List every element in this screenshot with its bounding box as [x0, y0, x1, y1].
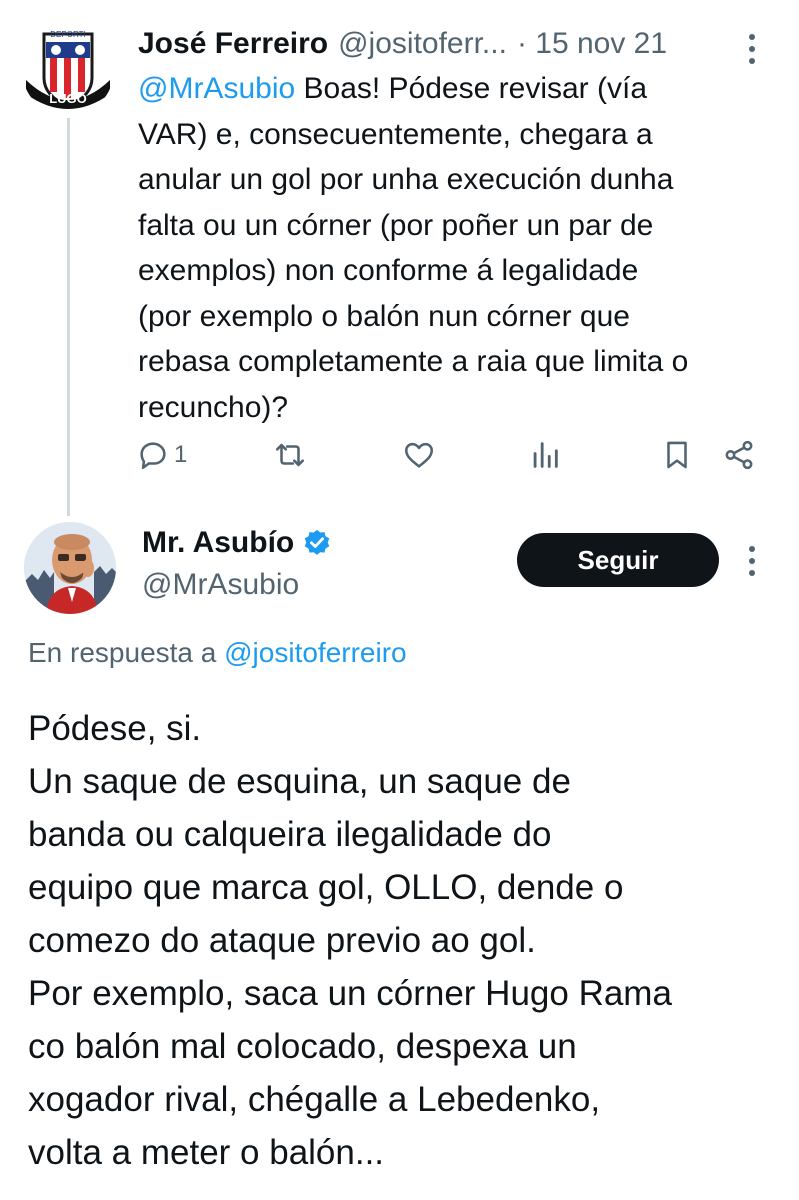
tweet1-text-line: exemplos) non conforme á legalidade — [138, 254, 639, 287]
thread-connector-line — [67, 118, 70, 516]
cartoon-portrait-image — [24, 522, 116, 614]
reply-mention-link[interactable]: @jositoferreiro — [224, 637, 406, 668]
tweet1-date[interactable]: · 15 nov 21 — [517, 27, 667, 61]
tweet2-text-line: Un saque de esquina, un saque de — [28, 762, 571, 801]
bookmark-button[interactable] — [660, 438, 694, 472]
tweet2-text-line: banda ou calqueira ilegalidade do — [28, 815, 552, 854]
tweet1-text-line: recuncho)? — [138, 390, 289, 424]
reply-icon — [140, 442, 166, 470]
tweet2-text-line: co balón mal colocado, despexa un — [28, 1027, 577, 1066]
bookmark-icon — [667, 441, 687, 469]
tweet2-text-line: comezo do ataque previo ao gol. — [28, 921, 536, 960]
tweet1-action-bar: 1 — [136, 438, 766, 482]
reply-context: En respuesta a @jositoferreiro — [28, 637, 407, 669]
tweet1-text-line: (por exemplo o balón nun córner que — [138, 299, 630, 333]
share-button[interactable] — [722, 438, 756, 472]
svg-text:DEPORTI: DEPORTI — [50, 30, 85, 39]
tweet1-header: José Ferreiro @jositoferr... · 15 nov 21 — [138, 22, 771, 66]
tweet2-text-line: equipo que marca gol, OLLO, dende o — [28, 868, 624, 907]
tweet2-text: Pódese, si. Un saque de esquina, un saqu… — [28, 702, 788, 1179]
club-crest-logo: LUGO DEPORTI — [22, 24, 114, 116]
svg-text:LUGO: LUGO — [49, 91, 87, 106]
views-icon — [533, 442, 558, 468]
tweet2-text-line: volta a meter o balón... — [28, 1133, 385, 1172]
views-button[interactable] — [528, 438, 562, 472]
tweet1-mention[interactable]: @MrAsubio — [138, 72, 295, 105]
jose-ferreiro-avatar[interactable]: LUGO DEPORTI — [22, 24, 114, 116]
tweet1-text-line: Boas! Pódese revisar (vía — [295, 72, 648, 105]
retweet-icon — [275, 443, 305, 467]
reply-prefix: En respuesta a — [28, 637, 225, 668]
tweet2-text-line: Por exemplo, saca un córner Hugo Rama — [28, 974, 672, 1013]
tweet2-author-name-row: Mr. Asubío — [142, 526, 332, 560]
share-icon — [725, 440, 753, 470]
tweet1-author-handle[interactable]: @jositoferr... — [338, 27, 507, 61]
like-button[interactable] — [402, 438, 436, 472]
tweet2-text-line: Pódese, si. — [28, 709, 202, 748]
reply-button[interactable]: 1 — [136, 438, 187, 472]
tweet1-text-line: anular un gol por unha execución dunha — [138, 163, 674, 196]
tweet1-text-line: VAR) e, consecuentemente, chegara a — [138, 117, 653, 151]
tweet2-author-handle[interactable]: @MrAsubio — [142, 568, 299, 602]
tweet2-text-line: xogador rival, chégalle a Lebedenko, — [28, 1080, 601, 1119]
tweet1-text-line: falta ou un córner (por poñer un par de — [138, 208, 654, 242]
like-icon — [404, 442, 434, 468]
retweet-button[interactable] — [273, 438, 307, 472]
verified-badge-icon — [304, 529, 330, 555]
tweet1-text-line: rebasa completamente a raia que limita o — [138, 345, 689, 378]
tweet1-more-icon[interactable] — [742, 32, 762, 66]
tweet1-author-name[interactable]: José Ferreiro — [138, 27, 328, 61]
reply-count: 1 — [174, 441, 188, 468]
tweet2-author-name[interactable]: Mr. Asubío — [142, 526, 294, 560]
mr-asubio-avatar[interactable] — [24, 522, 116, 614]
tweet2-more-icon[interactable] — [742, 544, 762, 578]
follow-button[interactable]: Seguir — [517, 533, 719, 587]
tweet1-text: @MrAsubio Boas! Pódese revisar (vía VAR)… — [138, 66, 778, 430]
